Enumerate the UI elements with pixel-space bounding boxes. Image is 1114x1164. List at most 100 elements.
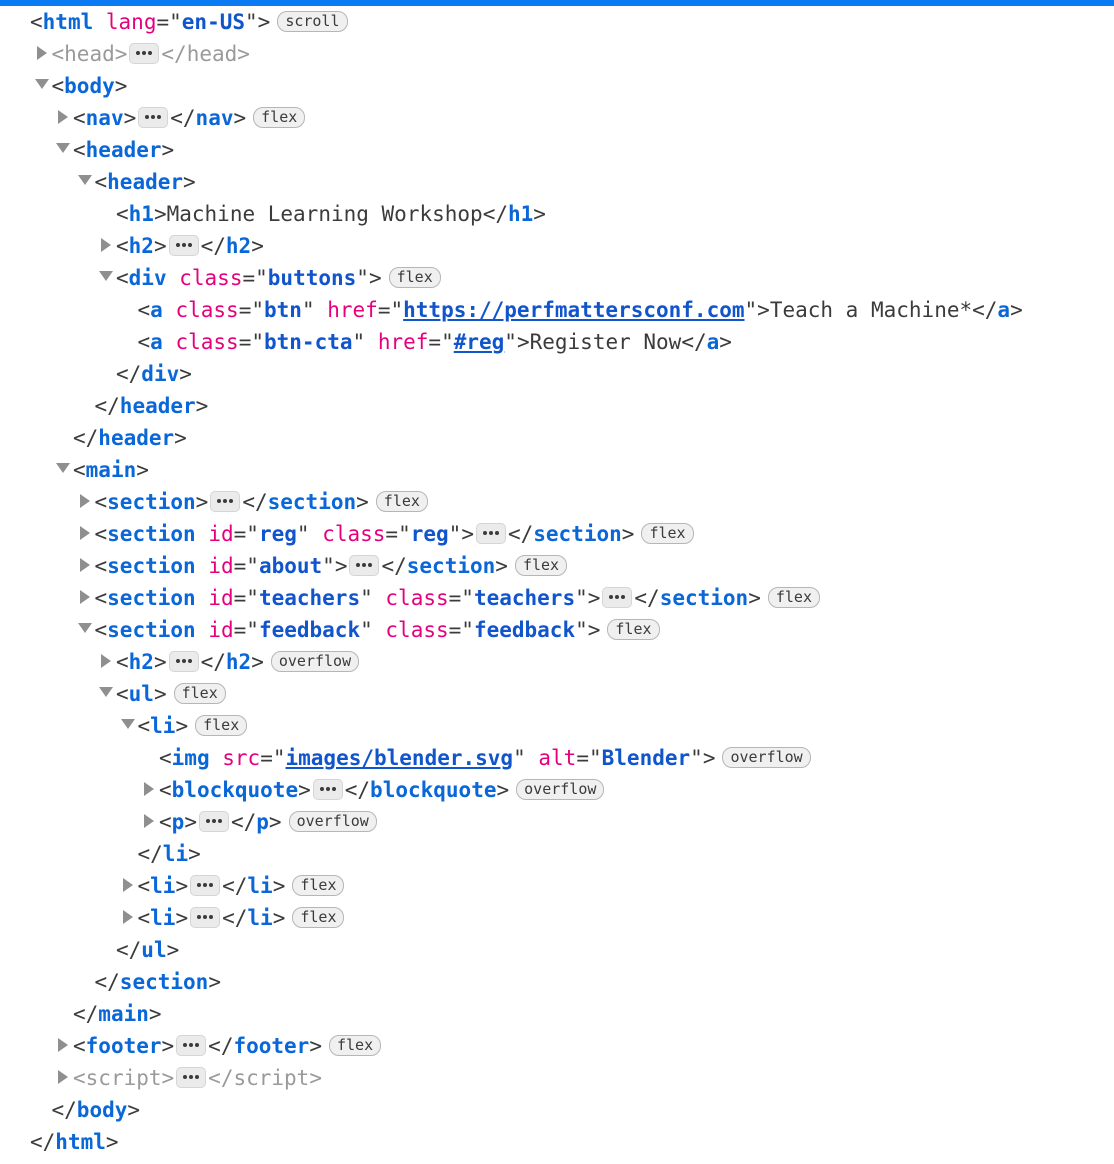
- expand-twisty-expanded-icon[interactable]: [96, 678, 116, 710]
- expand-twisty-collapsed-icon[interactable]: [32, 38, 52, 70]
- expand-twisty-collapsed-icon[interactable]: [75, 582, 95, 614]
- dom-node-row[interactable]: <h1>Machine Learning Workshop</h1>: [0, 198, 1114, 230]
- layout-badge-overflow[interactable]: overflow: [722, 747, 811, 768]
- expand-twisty-collapsed-icon[interactable]: [53, 1062, 73, 1094]
- dom-node-row[interactable]: <head> </head>: [0, 38, 1114, 70]
- tag-bracket: <: [116, 266, 129, 290]
- dom-node-row[interactable]: <a class="btn-cta" href="#reg">Register …: [0, 326, 1114, 358]
- dom-node-row[interactable]: </section>: [0, 966, 1114, 998]
- expand-twisty-collapsed-icon[interactable]: [139, 774, 159, 806]
- expand-children-ellipsis-button[interactable]: [312, 779, 343, 800]
- expand-children-ellipsis-button[interactable]: [602, 587, 633, 608]
- layout-badge-flex[interactable]: flex: [375, 491, 428, 512]
- expand-children-ellipsis-button[interactable]: [349, 555, 380, 576]
- dom-node-row[interactable]: <li> </li> flex: [0, 870, 1114, 902]
- layout-badge-flex[interactable]: flex: [292, 907, 345, 928]
- text-node-content: Machine Learning Workshop: [166, 202, 483, 226]
- attribute-value-link[interactable]: #reg: [454, 330, 505, 354]
- expand-twisty-collapsed-icon[interactable]: [118, 902, 138, 934]
- dom-node-row[interactable]: <footer> </footer> flex: [0, 1030, 1114, 1062]
- expand-twisty-collapsed-icon[interactable]: [75, 518, 95, 550]
- dom-node-row[interactable]: </header>: [0, 422, 1114, 454]
- expand-twisty-collapsed-icon[interactable]: [75, 486, 95, 518]
- expand-children-ellipsis-button[interactable]: [176, 1035, 207, 1056]
- expand-children-ellipsis-button[interactable]: [198, 811, 229, 832]
- dom-node-row[interactable]: <header>: [0, 166, 1114, 198]
- dom-node-row[interactable]: <body>: [0, 70, 1114, 102]
- layout-badge-flex[interactable]: flex: [195, 715, 248, 736]
- layout-badge-flex[interactable]: flex: [641, 523, 694, 544]
- expand-twisty-collapsed-icon[interactable]: [53, 1030, 73, 1062]
- expand-twisty-expanded-icon[interactable]: [53, 454, 73, 486]
- dom-node-row[interactable]: <section id="feedback" class="feedback">…: [0, 614, 1114, 646]
- dom-node-row[interactable]: <section> </section> flex: [0, 486, 1114, 518]
- dom-node-row[interactable]: </body>: [0, 1094, 1114, 1126]
- expand-children-ellipsis-button[interactable]: [176, 1067, 207, 1088]
- dom-node-row[interactable]: <h2> </h2> overflow: [0, 646, 1114, 678]
- expand-twisty-collapsed-icon[interactable]: [96, 646, 116, 678]
- expand-twisty-expanded-icon[interactable]: [96, 262, 116, 294]
- attribute-value-link[interactable]: images/blender.svg: [286, 746, 514, 770]
- expand-children-ellipsis-button[interactable]: [168, 651, 199, 672]
- expand-twisty-expanded-icon[interactable]: [118, 710, 138, 742]
- dom-node-row[interactable]: <section id="about"> </section> flex: [0, 550, 1114, 582]
- dom-node-row[interactable]: </div>: [0, 358, 1114, 390]
- dom-node-row[interactable]: </ul>: [0, 934, 1114, 966]
- dom-node-row[interactable]: <html lang="en-US"> scroll: [0, 6, 1114, 38]
- expand-twisty-collapsed-icon[interactable]: [75, 550, 95, 582]
- layout-badge-overflow[interactable]: overflow: [516, 779, 605, 800]
- layout-badge-overflow[interactable]: overflow: [270, 651, 360, 672]
- layout-badge-flex[interactable]: flex: [292, 875, 345, 896]
- layout-badge-flex[interactable]: flex: [767, 587, 820, 608]
- layout-badge-flex[interactable]: flex: [388, 267, 441, 288]
- expand-twisty-collapsed-icon[interactable]: [139, 806, 159, 838]
- dom-node-row[interactable]: <script> </script>: [0, 1062, 1114, 1094]
- dom-node-row[interactable]: <h2> </h2>: [0, 230, 1114, 262]
- expand-twisty-expanded-icon[interactable]: [53, 134, 73, 166]
- dom-node-row[interactable]: <section id="reg" class="reg"> </section>…: [0, 518, 1114, 550]
- dom-node-row[interactable]: <ul> flex: [0, 678, 1114, 710]
- expand-twisty-collapsed-icon[interactable]: [53, 102, 73, 134]
- tag-bracket: >: [184, 810, 197, 834]
- expand-children-ellipsis-button[interactable]: [190, 907, 221, 928]
- layout-badge-flex[interactable]: flex: [514, 555, 568, 576]
- expand-twisty-expanded-icon[interactable]: [32, 70, 52, 102]
- expand-twisty-expanded-icon[interactable]: [75, 614, 95, 646]
- dom-node-row[interactable]: <main>: [0, 454, 1114, 486]
- tag-bracket: <: [73, 1066, 86, 1090]
- layout-badge-flex[interactable]: flex: [253, 107, 306, 128]
- expand-children-ellipsis-button[interactable]: [475, 523, 506, 544]
- expand-twisty-expanded-icon[interactable]: [75, 166, 95, 198]
- tag-bracket: >: [114, 74, 128, 98]
- layout-badge-flex[interactable]: flex: [607, 619, 660, 640]
- dom-node-row[interactable]: </li>: [0, 838, 1114, 870]
- layout-badge-scroll[interactable]: scroll: [277, 11, 348, 32]
- expand-children-ellipsis-button[interactable]: [168, 235, 199, 256]
- expand-children-ellipsis-button[interactable]: [129, 43, 160, 64]
- attribute-quote: ": [690, 746, 703, 770]
- dom-node-row[interactable]: <header>: [0, 134, 1114, 166]
- dom-node-row[interactable]: <section id="teachers" class="teachers">…: [0, 582, 1114, 614]
- expand-children-ellipsis-button[interactable]: [138, 107, 169, 128]
- layout-badge-overflow[interactable]: overflow: [288, 811, 377, 832]
- dom-node-row[interactable]: <li> flex: [0, 710, 1114, 742]
- expand-children-ellipsis-button[interactable]: [210, 491, 241, 512]
- expand-children-ellipsis-button[interactable]: [190, 875, 221, 896]
- dom-node-row[interactable]: <li> </li> flex: [0, 902, 1114, 934]
- attribute-value-link[interactable]: https://perfmattersconf.com: [403, 298, 744, 322]
- dom-node-row[interactable]: </main>: [0, 998, 1114, 1030]
- dom-node-row[interactable]: <img src="images/blender.svg" alt="Blend…: [0, 742, 1114, 774]
- dom-node-row[interactable]: <div class="buttons"> flex: [0, 262, 1114, 294]
- layout-badge-flex[interactable]: flex: [328, 1035, 382, 1056]
- layout-badge-flex[interactable]: flex: [173, 683, 226, 704]
- expand-twisty-collapsed-icon[interactable]: [96, 230, 116, 262]
- dom-node-row[interactable]: <a class="btn" href="https://perfmatters…: [0, 294, 1114, 326]
- dom-node-row[interactable]: <nav> </nav> flex: [0, 102, 1114, 134]
- expand-twisty-collapsed-icon[interactable]: [118, 870, 138, 902]
- dom-node-row[interactable]: <blockquote> </blockquote> overflow: [0, 774, 1114, 806]
- dom-node-row[interactable]: </html>: [0, 1126, 1114, 1158]
- attribute-value: feedback: [258, 618, 361, 642]
- dom-node-row[interactable]: </header>: [0, 390, 1114, 422]
- markup-view-dom-tree[interactable]: <html lang="en-US"> scroll <head> </head> <b…: [0, 6, 1114, 1158]
- dom-node-row[interactable]: <p> </p> overflow: [0, 806, 1114, 838]
